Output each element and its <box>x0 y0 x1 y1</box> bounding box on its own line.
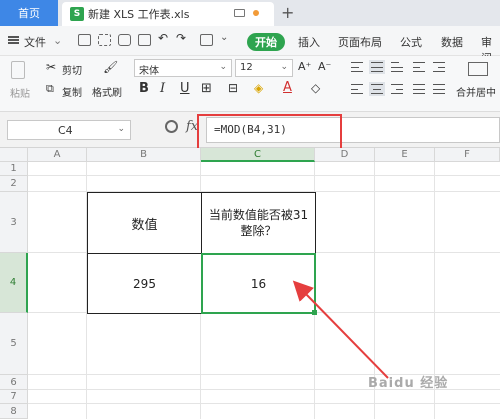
row-header-2[interactable]: 2 <box>0 176 28 192</box>
export-icon[interactable] <box>98 34 111 46</box>
column-header-c[interactable]: C <box>201 148 315 162</box>
align-top-icon[interactable] <box>349 60 365 74</box>
menu-data[interactable]: 数据 <box>441 34 463 50</box>
column-header-d[interactable]: D <box>315 148 375 162</box>
cell-style-icon[interactable]: ⊟ <box>228 81 238 95</box>
cut-button[interactable]: 剪切 <box>62 62 82 77</box>
cell-b3[interactable]: 数值 <box>87 192 202 254</box>
start-tab-button[interactable]: 开始 <box>247 33 285 51</box>
paste-icon[interactable] <box>11 61 25 79</box>
row-header-3[interactable]: 3 <box>0 192 28 253</box>
zoom-icon[interactable] <box>165 120 178 133</box>
file-menu[interactable]: 文件 <box>24 34 46 50</box>
gridline <box>28 403 500 404</box>
new-tab-button[interactable]: + <box>281 3 294 22</box>
gridline <box>28 175 500 176</box>
align-middle-icon[interactable] <box>369 60 385 74</box>
monitor-icon[interactable] <box>234 9 245 17</box>
outdent-icon[interactable] <box>431 60 447 74</box>
align-bottom-icon[interactable] <box>389 60 405 74</box>
paste-button[interactable]: 粘贴 <box>10 85 30 100</box>
align-left-icon[interactable] <box>349 82 365 96</box>
menu-page-layout[interactable]: 页面布局 <box>338 34 382 50</box>
row-header-8[interactable]: 8 <box>0 404 28 419</box>
row-header-7[interactable]: 7 <box>0 390 28 404</box>
chevron-down-icon: ⌄ <box>117 124 125 134</box>
select-all-corner[interactable] <box>0 148 28 162</box>
font-color-icon[interactable]: A <box>283 80 292 95</box>
scissors-icon[interactable]: ✂ <box>46 60 56 74</box>
italic-icon[interactable]: I <box>160 81 165 96</box>
cell-b4[interactable]: 295 <box>87 253 202 314</box>
eraser-icon[interactable]: ◇ <box>311 81 320 95</box>
chevron-down-icon[interactable]: ⌄ <box>53 34 62 47</box>
chevron-down-icon: ⌄ <box>219 62 227 72</box>
print-icon[interactable] <box>118 34 131 46</box>
menu-insert[interactable]: 插入 <box>298 34 320 50</box>
indent-icon[interactable] <box>411 60 427 74</box>
watermark: Baidu 经验 <box>368 376 449 391</box>
chevron-down-icon: ⌄ <box>280 62 288 72</box>
row-header-4[interactable]: 4 <box>0 253 28 313</box>
copy-button[interactable]: 复制 <box>62 84 82 99</box>
more-icon[interactable]: ⌄ <box>220 32 233 46</box>
font-name-select[interactable]: 宋体 ⌄ <box>134 59 232 77</box>
column-header-a[interactable]: A <box>28 148 87 162</box>
cell-c3[interactable]: 当前数值能否被31整除？ <box>201 192 316 254</box>
undo-icon[interactable]: ↶ <box>158 31 171 46</box>
hamburger-menu-icon[interactable] <box>8 36 19 44</box>
print-preview-icon[interactable] <box>138 34 151 46</box>
copy-doc-icon[interactable]: ⧉ <box>46 82 54 96</box>
increase-font-icon[interactable]: A⁺ <box>298 60 311 73</box>
merge-cells-icon[interactable] <box>468 62 488 76</box>
distribute-icon[interactable] <box>431 82 447 96</box>
name-box-value: C4 <box>58 124 73 137</box>
font-name-value: 宋体 <box>139 66 159 77</box>
column-header-b[interactable]: B <box>87 148 201 162</box>
home-tab[interactable]: 首页 <box>0 0 58 26</box>
align-right-icon[interactable] <box>389 82 405 96</box>
redo-icon[interactable]: ↷ <box>176 31 189 46</box>
copy-icon[interactable] <box>200 34 213 46</box>
fill-color-icon[interactable]: ◈ <box>254 81 263 95</box>
row-header-5[interactable]: 5 <box>0 313 28 375</box>
row-header-6[interactable]: 6 <box>0 375 28 390</box>
bold-icon[interactable]: B <box>139 81 149 96</box>
row-header-1[interactable]: 1 <box>0 162 28 176</box>
unsaved-dot-icon <box>253 10 259 16</box>
ribbon-toolbar: 粘贴 ✂ 剪切 ⧉ 复制 🖌 格式刷 宋体 ⌄ 12 ⌄ A⁺ A⁻ B I U ⊞… <box>0 56 500 112</box>
align-center-icon[interactable] <box>369 82 385 96</box>
font-size-select[interactable]: 12 ⌄ <box>235 59 293 77</box>
save-icon[interactable] <box>78 34 91 46</box>
document-title: 新建 XLS 工作表.xls <box>88 8 190 21</box>
justify-icon[interactable] <box>411 82 427 96</box>
column-header-e[interactable]: E <box>375 148 435 162</box>
format-painter-icon[interactable]: 🖌 <box>103 60 118 74</box>
decrease-font-icon[interactable]: A⁻ <box>318 60 331 73</box>
format-painter-button[interactable]: 格式刷 <box>92 84 122 99</box>
font-size-value: 12 <box>240 62 253 73</box>
menu-formulas[interactable]: 公式 <box>400 34 422 50</box>
spreadsheet-logo-icon: S <box>70 7 84 21</box>
column-header-f[interactable]: F <box>435 148 500 162</box>
underline-icon[interactable]: U <box>180 81 190 96</box>
name-box[interactable]: C4 ⌄ <box>7 120 131 140</box>
merge-center-button[interactable]: 合并居中 <box>456 84 496 99</box>
borders-icon[interactable]: ⊞ <box>201 81 212 96</box>
